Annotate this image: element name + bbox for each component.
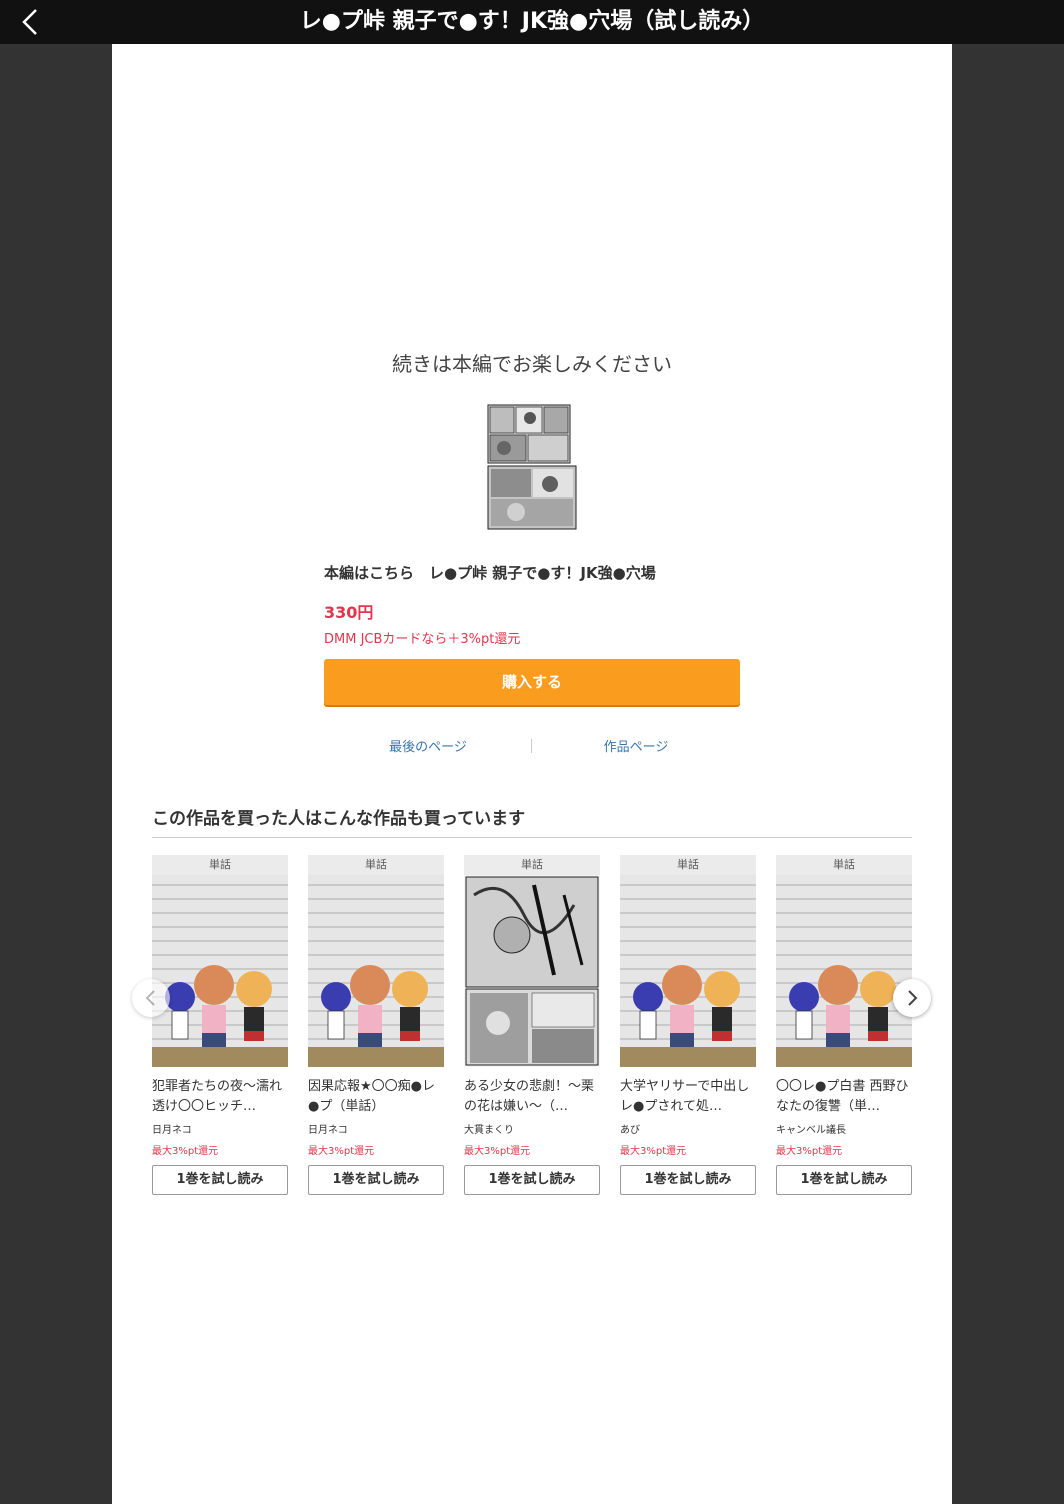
chevron-left-icon — [22, 9, 37, 35]
card-point-note: 最大3%pt還元 — [464, 1146, 531, 1157]
card-title[interactable]: 〇〇レ●プ白書 西野ひなたの復讐（単… — [776, 1077, 912, 1117]
card-type-label: 単話 — [620, 855, 756, 875]
carousel-prev-button[interactable] — [132, 979, 170, 1017]
card-author[interactable]: 日月ネコ — [152, 1121, 288, 1136]
chibi-cover-art — [620, 855, 756, 1067]
card-type-label: 単話 — [776, 855, 912, 875]
recommend-thumbnail[interactable]: 単話 — [152, 855, 288, 1067]
recommend-thumbnail[interactable]: 単話 — [620, 855, 756, 1067]
trial-read-button[interactable]: 1巻を試し読み — [464, 1165, 600, 1195]
chevron-left-icon — [145, 990, 155, 1006]
product-title[interactable]: 本編はこちら レ●プ峠 親子で●す！JK強●穴場 — [324, 562, 824, 583]
trial-read-button[interactable]: 1巻を試し読み — [152, 1165, 288, 1195]
header-bar: レ●プ峠 親子で●す！JK強●穴場（試し読み） — [0, 0, 1064, 44]
card-title[interactable]: 大学ヤリサーで中出しレ●プされて処… — [620, 1077, 756, 1117]
card-point-note: 最大3%pt還元 — [776, 1146, 843, 1157]
card-title[interactable]: 因果応報★〇〇痴●レ●プ（単話） — [308, 1077, 444, 1117]
recommend-card[interactable]: 単話 因果応報★〇〇痴●レ●プ（単話） 日月ネコ 最大3%pt還元 1巻を試し読… — [308, 855, 444, 1195]
recommend-card[interactable]: 単話 〇〇レ●プ白書 西野ひなたの復讐（単… キャンベル議長 最大3%pt還元 … — [776, 855, 912, 1195]
end-links: 最後のページ 作品ページ — [324, 736, 740, 756]
card-author[interactable]: 日月ネコ — [308, 1121, 444, 1136]
trial-read-button[interactable]: 1巻を試し読み — [620, 1165, 756, 1195]
product-price: 330円 — [324, 603, 374, 622]
card-type-label: 単話 — [308, 855, 444, 875]
recommend-divider — [152, 837, 912, 838]
recommend-heading: この作品を買った人はこんな作品も買っています — [152, 809, 526, 829]
card-title[interactable]: 犯罪者たちの夜〜濡れ透け〇〇ヒッチ… — [152, 1077, 288, 1117]
recommend-thumbnail[interactable]: 単話 — [308, 855, 444, 1067]
card-point-note: 最大3%pt還元 — [152, 1146, 219, 1157]
chibi-cover-art — [152, 855, 288, 1067]
card-point-note: 最大3%pt還元 — [620, 1146, 687, 1157]
purchase-button[interactable]: 購入する — [324, 659, 740, 705]
viewer-end-page: 続きは本編でお楽しみください 本編はこちら レ●プ峠 親子で●す！JK強●穴場 … — [112, 44, 952, 1504]
recommend-card[interactable]: 単話 ある少女の悲劇！〜栗の花は嫌い〜（… 大貫まくり 最大3%pt還元 1巻を… — [464, 855, 600, 1195]
continue-message: 続きは本編でお楽しみください — [392, 352, 672, 376]
point-reward-note: DMM JCBカードなら＋3%pt還元 — [324, 632, 521, 647]
card-author[interactable]: キャンベル議長 — [776, 1121, 912, 1136]
card-type-label: 単話 — [152, 855, 288, 875]
recommend-thumbnail[interactable]: 単話 — [464, 855, 600, 1067]
chevron-right-icon — [908, 990, 918, 1006]
card-title[interactable]: ある少女の悲劇！〜栗の花は嫌い〜（… — [464, 1077, 600, 1117]
card-author[interactable]: 大貫まくり — [464, 1121, 600, 1136]
last-page-link[interactable]: 最後のページ — [324, 736, 532, 755]
recommend-card[interactable]: 単話 大学ヤリサーで中出しレ●プされて処… あび 最大3%pt還元 1巻を試し読… — [620, 855, 756, 1195]
trial-read-button[interactable]: 1巻を試し読み — [308, 1165, 444, 1195]
card-point-note: 最大3%pt還元 — [308, 1146, 375, 1157]
chibi-cover-art — [776, 855, 912, 1067]
recommend-card[interactable]: 単話 犯罪者たちの夜〜濡れ透け〇〇ヒッチ… 日月ネコ 最大3%pt還元 1巻を試… — [152, 855, 288, 1195]
card-author[interactable]: あび — [620, 1121, 756, 1136]
recommend-thumbnail[interactable]: 単話 — [776, 855, 912, 1067]
carousel-next-button[interactable] — [893, 979, 931, 1017]
page-title: レ●プ峠 親子で●す！JK強●穴場（試し読み） — [299, 9, 765, 34]
chibi-cover-art — [308, 855, 444, 1067]
work-page-link[interactable]: 作品ページ — [532, 736, 740, 755]
product-cover-image[interactable] — [486, 404, 578, 530]
card-type-label: 単話 — [464, 855, 600, 875]
manga-cover-art — [464, 855, 600, 1067]
trial-read-button[interactable]: 1巻を試し読み — [776, 1165, 912, 1195]
back-button[interactable] — [14, 6, 46, 38]
